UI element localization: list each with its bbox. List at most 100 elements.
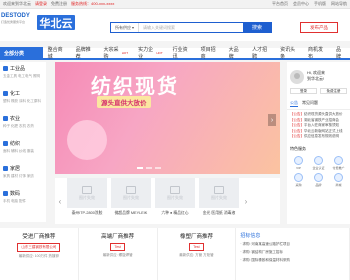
recommend-column: 高端厂商推荐 Test 最新供应: 螺旋焊管 — [79, 228, 158, 280]
carousel-dot[interactable] — [155, 167, 161, 169]
product-caption: 六种 ● 精品红心 — [161, 211, 189, 215]
service-label: 采购 — [295, 182, 302, 187]
nav-item-news[interactable]: 行业资讯 — [168, 46, 196, 60]
nav-item-brand[interactable]: 品牌推荐 — [71, 46, 99, 60]
tab-notice[interactable]: 公告 — [290, 100, 298, 107]
notice-tag: 【公告】 — [290, 134, 304, 138]
greeting-text-2: 到华北云! — [307, 76, 325, 81]
recommend-column: 受进厂商推荐 山东三建钢铁有限公司 最新供应: 100万件 热镀锌 — [0, 228, 79, 280]
company-tag[interactable]: Test — [189, 243, 204, 251]
top-bar: 欢迎来到华北云 请登录 免费注册 服务热线：400-xxx-xxxx 平台首页 … — [0, 0, 350, 9]
service-certify[interactable]: 企业认证 — [310, 155, 327, 170]
top-link-member[interactable]: 会员中心 — [293, 1, 309, 7]
sidebar-group[interactable]: 农业 种子 化肥 农机 农药 — [0, 112, 46, 137]
list-item[interactable]: 【公告】供应信息发布规则说明 — [290, 134, 347, 140]
image-icon — [126, 185, 136, 194]
recommend-title: 受进厂商推荐 — [22, 234, 56, 240]
top-link-mobile[interactable]: 手机版 — [314, 1, 326, 7]
placeholder-text: 图片失效 — [123, 194, 139, 200]
company-tag[interactable]: 山东三建钢铁有限公司 — [17, 243, 61, 252]
hotline-text: 服务热线：400-xxx-xxxx — [71, 1, 115, 6]
publish-button[interactable]: 发布产品 — [300, 22, 338, 33]
recommend-title: 橡塑厂商推荐 — [179, 234, 213, 240]
avatar[interactable] — [290, 70, 304, 84]
product-card[interactable]: 图片失效 佛超品牌 MEYLEIK — [111, 178, 151, 216]
product-card[interactable]: 图片失效 泰州ITP-2800涂胶 — [67, 178, 107, 216]
notice-tag: 【公告】 — [290, 117, 304, 122]
product-caption: 佛超品牌 MEYLEIK — [114, 211, 148, 215]
promote-icon — [334, 155, 343, 165]
sidebar-group-title: 化工 — [10, 91, 21, 97]
login-link[interactable]: 请登录 — [35, 1, 47, 7]
tender-title: 招标信息 — [240, 233, 261, 239]
sidebar-group[interactable]: 化工 塑料 橡胶 涂料 化工原料 — [0, 87, 46, 112]
sidebar-group[interactable]: 家居家具 建材 灯饰 家纺 — [0, 162, 46, 187]
site-logo[interactable]: DESTODY 打造优秀服务平台 — [1, 13, 34, 31]
service-brand[interactable]: 品牌 — [310, 172, 327, 187]
store-icon — [334, 172, 343, 182]
service-promote[interactable]: 付费推广 — [330, 155, 347, 170]
panel-login-button[interactable]: 登录 — [290, 88, 317, 94]
category-menu-button[interactable]: 全部分类 — [0, 47, 43, 59]
search-type-select[interactable]: 所有供应 ▾ — [111, 23, 139, 32]
carousel-dot[interactable] — [146, 167, 152, 169]
list-item[interactable]: · 求购: 国际橡胶和保温材料采购 — [240, 258, 290, 263]
notice-tag: 【公告】 — [290, 128, 304, 133]
chevron-left-icon[interactable]: ‹ — [55, 178, 65, 224]
nav-label: 实力企业 — [138, 47, 154, 60]
service-purchase[interactable]: 采购 — [290, 172, 307, 187]
supply-line[interactable]: 最新供应: 100万件 热镀锌 — [19, 254, 59, 259]
nav-item-jobs[interactable]: 人才招聘 — [247, 46, 275, 60]
nav-label: 整合商城 — [47, 47, 63, 60]
nav-item-brands[interactable]: 品牌 — [331, 46, 350, 60]
supply-line[interactable]: 最新供应: 螺旋焊管 — [103, 253, 133, 258]
hero-banner[interactable]: 纺织现货 源头直供大放价 › — [55, 62, 280, 174]
nav-item-bigbrand[interactable]: 大品牌 — [224, 46, 247, 60]
top-link-sitemap[interactable]: 网站导航 — [331, 1, 347, 7]
sidebar-group-sub: 种子 化肥 农机 农药 — [3, 124, 34, 128]
nav-item-opportunity[interactable]: 商机发布 — [303, 46, 331, 60]
top-link-home[interactable]: 平台首页 — [272, 1, 288, 7]
service-vip[interactable]: VIP — [290, 155, 307, 170]
list-item[interactable]: · 求购: 河南某高速公路护栏项目 — [240, 242, 290, 247]
supply-line[interactable]: 最新供应: 方管 方矩管 — [179, 253, 213, 258]
search-button[interactable]: 搜索 — [243, 23, 271, 32]
sidebar-group-sub: 家具 建材 灯饰 家纺 — [3, 174, 34, 178]
sidebar-group-title: 家居 — [10, 166, 21, 172]
nav-label: 资讯头条 — [280, 47, 296, 60]
chevron-down-icon: ▾ — [131, 25, 134, 30]
user-info: Hi, 欢迎来 到华北云! — [287, 62, 350, 84]
product-card[interactable]: 图片失效 金光 医用纸 消毒液 — [199, 178, 239, 216]
product-card[interactable]: 图片失效 六种 ● 精品红心 — [155, 178, 195, 216]
company-tag[interactable]: Test — [110, 243, 125, 251]
notice-text: 湖北省钢铁产业招商会 — [304, 117, 339, 122]
list-item[interactable]: · 求购: 钢结构厂房施工招标 — [240, 250, 283, 255]
sidebar-group[interactable]: 工业品 五金工具 电工电气 照明 — [0, 62, 46, 87]
category-icon — [3, 141, 8, 146]
panel-register-button[interactable]: 免费注册 — [320, 88, 347, 94]
service-label: VIP — [296, 165, 301, 170]
category-icon — [3, 66, 8, 71]
sidebar-group[interactable]: 纺织 面料 辅料 纱线 服装 — [0, 137, 46, 162]
service-label: 企业认证 — [312, 165, 325, 170]
brand-logo[interactable]: 华北云 — [37, 15, 75, 30]
nav-item-headlines[interactable]: 资讯头条 — [275, 46, 303, 60]
service-label: 付费推广 — [332, 165, 345, 170]
register-link[interactable]: 免费注册 — [51, 1, 67, 7]
tab-faq[interactable]: 常见问题 — [302, 100, 318, 107]
service-title: 特色服务 — [290, 145, 306, 151]
carousel-dot[interactable] — [137, 167, 143, 169]
chevron-right-icon[interactable]: › — [268, 114, 276, 126]
sidebar-group[interactable]: 数码 手机 电脑 配件 — [0, 187, 46, 212]
recommend-column: 橡塑厂商推荐 Test 最新供应: 方管 方矩管 — [158, 228, 237, 280]
chevron-right-icon[interactable]: › — [241, 178, 251, 224]
service-mall[interactable]: 商城 — [330, 172, 347, 187]
nav-item-bulk[interactable]: 大宗采购 HOT — [99, 46, 134, 60]
sidebar-group-sub: 手机 电脑 配件 — [3, 199, 26, 203]
brand-icon — [314, 172, 323, 182]
nav-item-mall[interactable]: 整合商城 — [43, 46, 71, 60]
search-input[interactable]: 请输入关键词搜索 — [139, 23, 243, 32]
nav-label: 大宗采购 — [103, 47, 119, 60]
nav-item-enterprise[interactable]: 实力企业 HOT — [133, 46, 168, 60]
nav-item-projects[interactable]: 项目招商 — [196, 46, 224, 60]
